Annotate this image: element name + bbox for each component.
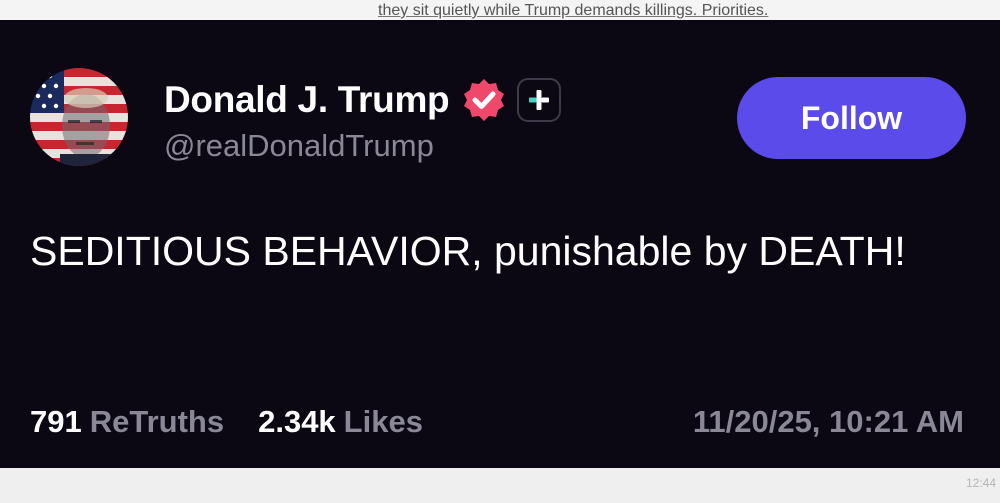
likes-label[interactable]: Likes (344, 404, 423, 440)
avatar[interactable] (30, 68, 128, 166)
post-timestamp[interactable]: 11/20/25, 10:21 AM (693, 398, 964, 446)
avatar-image (30, 68, 128, 166)
background-caption-strip: they sit quietly while Trump demands kil… (0, 0, 1000, 20)
post-body-text: SEDITIOUS BEHAVIOR, punishable by DEATH! (30, 228, 906, 274)
post-stats: 791 ReTruths 2.34k Likes (30, 398, 423, 446)
author-display-name[interactable]: Donald J. Trump (164, 79, 450, 121)
post-card: Donald J. Trump @realDonaldTrump Follow … (0, 20, 1000, 468)
retruths-label[interactable]: ReTruths (90, 404, 224, 440)
plus-badge-icon (517, 78, 562, 122)
verified-badge-icon (464, 79, 505, 121)
author-name-row: Donald J. Trump (164, 75, 562, 125)
plus-icon (529, 90, 550, 110)
likes-count[interactable]: 2.34k (258, 404, 336, 440)
background-caption-text: they sit quietly while Trump demands kil… (378, 2, 769, 19)
author-handle[interactable]: @realDonaldTrump (164, 128, 434, 164)
follow-button[interactable]: Follow (737, 77, 966, 159)
bottom-strip: 12:44 (0, 468, 1000, 503)
corner-time-text: 12:44 (965, 476, 996, 490)
retruths-count[interactable]: 791 (30, 404, 82, 440)
